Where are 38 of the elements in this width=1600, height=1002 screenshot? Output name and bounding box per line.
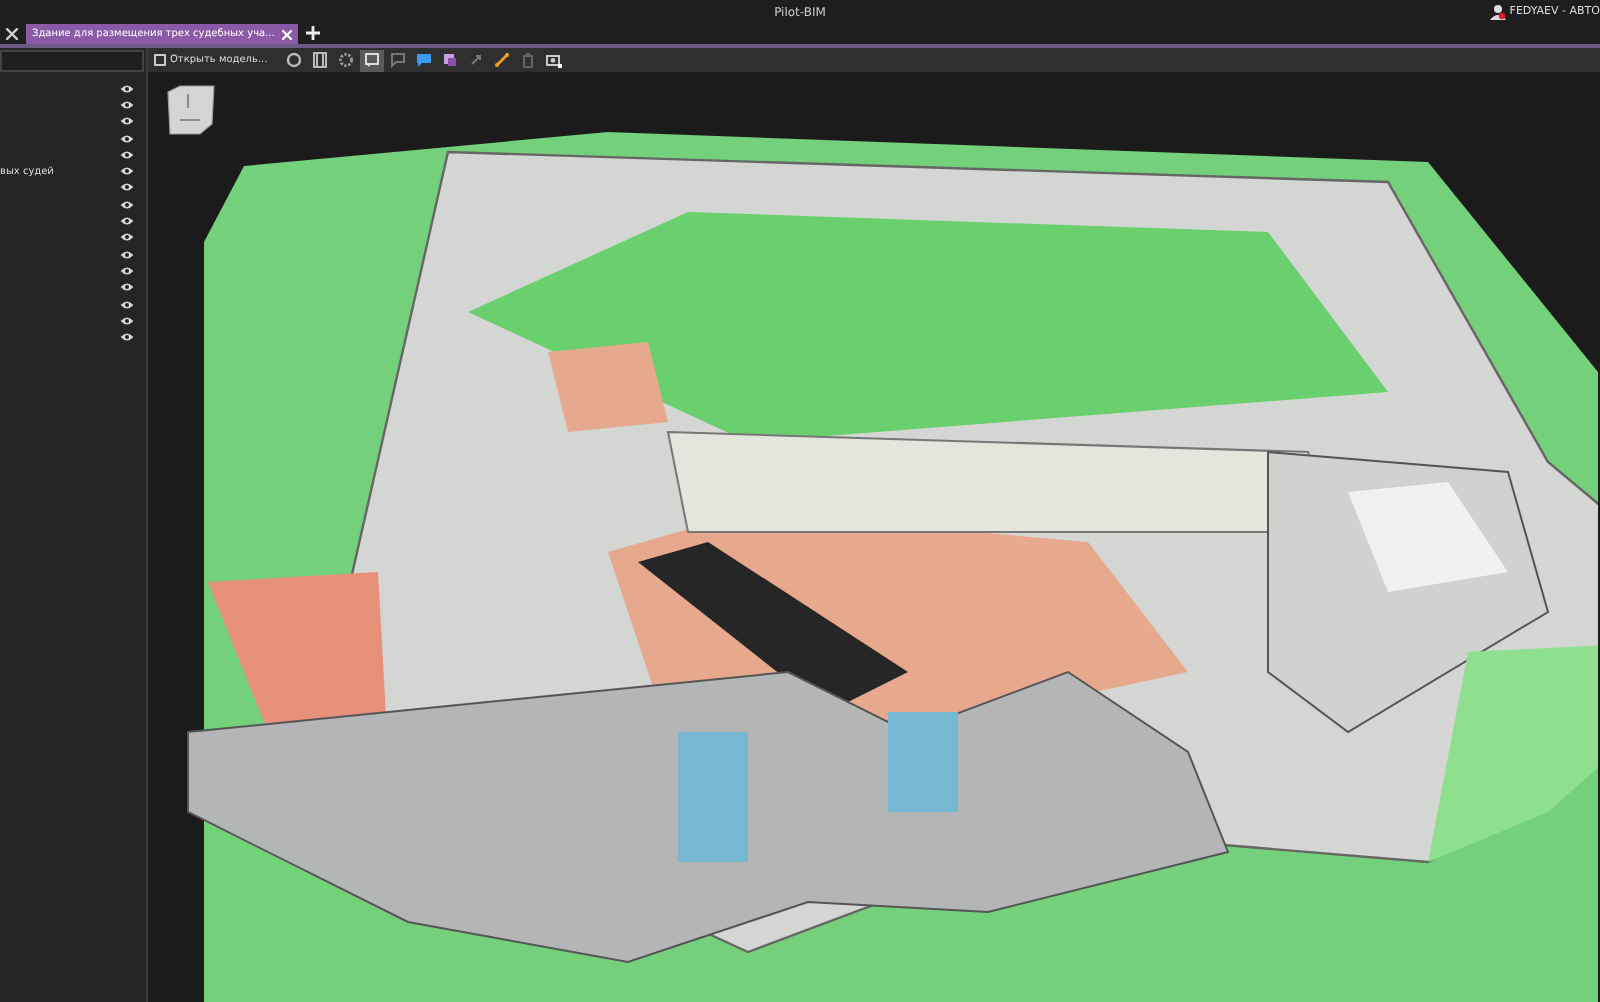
- comment-icon: [363, 52, 380, 68]
- chat-icon: [415, 52, 432, 68]
- toolbar-button[interactable]: [281, 49, 306, 71]
- eye-icon[interactable]: [120, 315, 134, 326]
- eye-icon[interactable]: [120, 116, 134, 127]
- dotted-circle-icon: [337, 52, 354, 68]
- eye-icon[interactable]: [120, 249, 134, 260]
- square-icon: [154, 54, 166, 66]
- eye-icon[interactable]: [120, 166, 134, 177]
- toolbar-button[interactable]: [359, 49, 384, 71]
- view-cube-icon[interactable]: [164, 84, 216, 136]
- close-icon[interactable]: [6, 28, 18, 40]
- eye-icon[interactable]: [120, 182, 134, 193]
- filter-field[interactable]: [0, 50, 144, 72]
- eye-icon[interactable]: [120, 265, 134, 276]
- camera-icon: [545, 52, 562, 68]
- frame-icon: [311, 52, 328, 68]
- trash-icon: [519, 52, 536, 68]
- eye-icon[interactable]: [120, 332, 134, 343]
- user-icon: [1489, 4, 1506, 20]
- eye-icon[interactable]: [120, 282, 134, 293]
- toolbar-button[interactable]: [541, 49, 566, 71]
- eye-icon[interactable]: [120, 83, 134, 94]
- measure-icon: [493, 52, 510, 68]
- eye-icon[interactable]: [120, 149, 134, 160]
- eye-icon[interactable]: [120, 299, 134, 309]
- speech-bubble-icon: [389, 52, 406, 68]
- layers-icon: [441, 52, 458, 68]
- toolbar-button[interactable]: [489, 49, 514, 71]
- add-tab-icon[interactable]: [306, 26, 321, 40]
- toolbar-button[interactable]: [307, 49, 332, 71]
- eye-icon[interactable]: [120, 216, 134, 227]
- circle-icon: [285, 52, 302, 68]
- arrow-icon: [467, 52, 484, 68]
- eye-icon[interactable]: [120, 99, 134, 110]
- eye-icon[interactable]: [120, 133, 134, 144]
- eye-icon[interactable]: [120, 199, 134, 210]
- eye-icon[interactable]: [120, 232, 134, 243]
